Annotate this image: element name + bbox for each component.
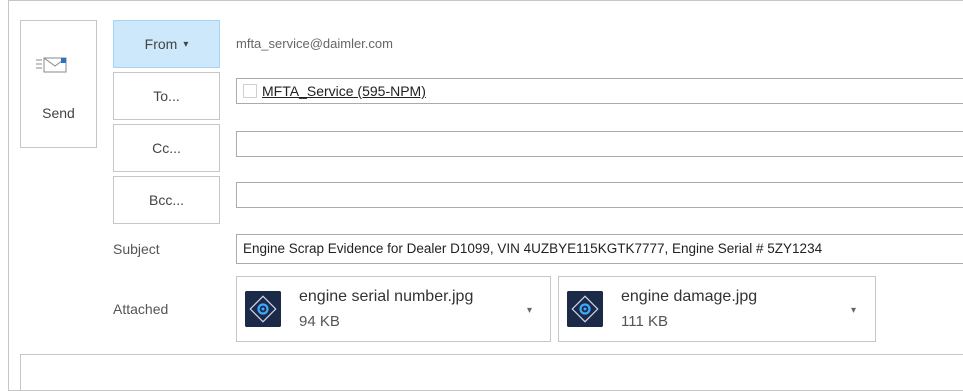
send-envelope-icon: [36, 57, 67, 73]
attachment-name: engine damage.jpg: [621, 288, 758, 305]
bcc-label: Bcc...: [148, 192, 184, 208]
from-label: From: [144, 36, 178, 52]
recipient-checkbox-icon: [243, 84, 257, 98]
send-label: Send: [42, 105, 75, 121]
photoshop-file-icon: [567, 291, 603, 327]
attachment-item[interactable]: engine serial number.jpg 94 KB ▾: [236, 276, 551, 342]
to-button[interactable]: To...: [113, 72, 220, 120]
to-field[interactable]: MFTA_Service (595-NPM): [236, 78, 963, 104]
send-button[interactable]: Send: [20, 20, 97, 148]
attachment-menu-chevron-icon[interactable]: ▾: [527, 305, 532, 316]
from-button[interactable]: From ▾: [113, 20, 220, 68]
subject-label: Subject: [113, 241, 160, 257]
attachment-menu-chevron-icon[interactable]: ▾: [851, 305, 856, 316]
attachment-name: engine serial number.jpg: [299, 288, 474, 305]
to-label: To...: [153, 88, 180, 104]
bcc-field[interactable]: [236, 182, 963, 208]
photoshop-file-icon: [245, 291, 281, 327]
from-address: mfta_service@daimler.com: [236, 36, 393, 51]
recipient-name: MFTA_Service (595-NPM): [262, 83, 426, 99]
bcc-button[interactable]: Bcc...: [113, 176, 220, 224]
message-body[interactable]: [20, 354, 963, 391]
cc-field[interactable]: [236, 131, 963, 157]
cc-button[interactable]: Cc...: [113, 124, 220, 172]
chevron-down-icon: ▾: [183, 38, 189, 50]
attachment-item[interactable]: engine damage.jpg 111 KB ▾: [558, 276, 876, 342]
cc-label: Cc...: [152, 140, 181, 156]
recipient-chip[interactable]: MFTA_Service (595-NPM): [243, 83, 426, 99]
subject-field[interactable]: Engine Scrap Evidence for Dealer D1099, …: [236, 234, 963, 264]
attachment-size: 111 KB: [621, 313, 668, 330]
attachment-size: 94 KB: [299, 313, 340, 330]
attached-label: Attached: [113, 301, 169, 317]
